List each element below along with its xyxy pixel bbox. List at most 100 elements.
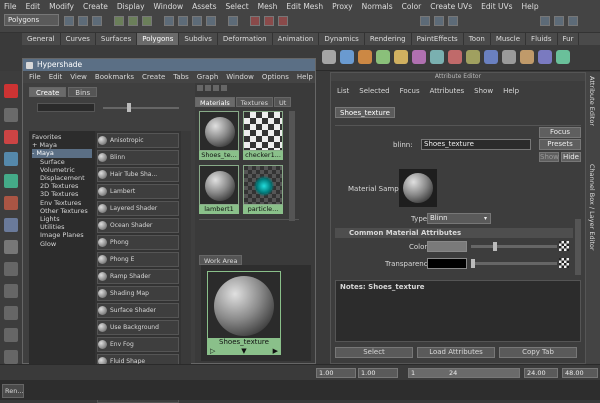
color-slider[interactable] bbox=[471, 245, 557, 248]
node-item[interactable]: Surface Shader bbox=[97, 303, 179, 318]
save-scene-icon[interactable] bbox=[92, 16, 102, 26]
combine-icon[interactable] bbox=[430, 50, 444, 64]
tree-item[interactable]: - Maya bbox=[32, 149, 92, 158]
type-dropdown[interactable]: Blinn ▾ bbox=[427, 213, 491, 224]
node-item[interactable]: Hair Tube Sha... bbox=[97, 167, 179, 182]
snap-plane-icon[interactable] bbox=[206, 16, 216, 26]
ipr-render-icon[interactable] bbox=[264, 16, 274, 26]
attr-menu-focus[interactable]: Focus bbox=[400, 87, 420, 95]
hypershade-menu-bookmarks[interactable]: Bookmarks bbox=[95, 73, 134, 81]
input-arrow-icon[interactable]: ▷ bbox=[210, 347, 215, 355]
tree-item[interactable]: 3D Textures bbox=[32, 190, 92, 198]
tab-textures[interactable]: Textures bbox=[235, 97, 273, 107]
icon-size-slider[interactable] bbox=[103, 107, 179, 109]
tree-item[interactable]: Glow bbox=[32, 240, 92, 248]
node-list-scrollbar[interactable] bbox=[181, 131, 191, 371]
node-item[interactable]: Ramp Shader bbox=[97, 269, 179, 284]
materials-scrollbar[interactable] bbox=[289, 111, 295, 221]
tab-create[interactable]: Create bbox=[29, 87, 67, 97]
swatch-lambert[interactable]: lambert1 bbox=[199, 165, 239, 214]
persp-graph-icon[interactable] bbox=[4, 306, 18, 320]
node-item[interactable]: Blinn bbox=[97, 150, 179, 165]
layout-icon[interactable] bbox=[540, 16, 550, 26]
output-arrow-icon[interactable]: ▶ bbox=[273, 347, 278, 355]
range-start-field[interactable]: 1.00 bbox=[316, 368, 356, 378]
shelf-tab-polygons[interactable]: Polygons bbox=[137, 33, 180, 45]
swatch-checker[interactable]: checker1... bbox=[243, 111, 283, 160]
hide-button[interactable]: Hide bbox=[561, 152, 581, 162]
tree-item[interactable]: Favorites bbox=[32, 133, 92, 141]
snap-grid-icon[interactable] bbox=[164, 16, 174, 26]
tab-utilities[interactable]: Ut bbox=[273, 97, 292, 107]
menu-file[interactable]: File bbox=[4, 2, 17, 11]
hypershade-menu-window[interactable]: Window bbox=[226, 73, 254, 81]
shelf-tab-general[interactable]: General bbox=[22, 33, 61, 45]
menu-window[interactable]: Window bbox=[154, 2, 184, 11]
work-area[interactable]: Shoes_texture ▷ ▼ ▶ bbox=[201, 265, 311, 361]
snap-curve-icon[interactable] bbox=[178, 16, 188, 26]
bevel-icon[interactable] bbox=[538, 50, 552, 64]
menu-proxy[interactable]: Proxy bbox=[332, 2, 353, 11]
range-bar[interactable]: 1 24 bbox=[408, 368, 520, 378]
poly-plane-icon[interactable] bbox=[394, 50, 408, 64]
four-view-icon[interactable] bbox=[4, 284, 18, 298]
outliner-view-icon[interactable] bbox=[4, 328, 18, 342]
tab-materials[interactable]: Materials bbox=[195, 97, 235, 107]
extrude-icon[interactable] bbox=[466, 50, 480, 64]
smooth-icon[interactable] bbox=[556, 50, 570, 64]
hypershade-menu-tabs[interactable]: Tabs bbox=[173, 73, 189, 81]
attr-menu-help[interactable]: Help bbox=[503, 87, 519, 95]
presets-button[interactable]: Presets bbox=[539, 139, 581, 150]
toolbar-icon[interactable] bbox=[197, 85, 203, 91]
work-area-node[interactable]: Shoes_texture ▷ ▼ ▶ bbox=[207, 271, 281, 355]
menu-create[interactable]: Create bbox=[83, 2, 108, 11]
checker-map-icon[interactable] bbox=[559, 258, 569, 268]
hypershade-menu-file[interactable]: File bbox=[29, 73, 41, 81]
channel-toggle-icon[interactable] bbox=[434, 16, 444, 26]
layout-two-icon[interactable] bbox=[554, 16, 564, 26]
range-end-field[interactable]: 48.00 bbox=[562, 368, 598, 378]
attr-menu-attributes[interactable]: Attributes bbox=[430, 87, 465, 95]
focus-button[interactable]: Focus bbox=[539, 127, 581, 138]
tree-item[interactable]: + Maya bbox=[32, 141, 92, 149]
copy-tab-button[interactable]: Copy Tab bbox=[499, 347, 577, 358]
tree-item[interactable]: 2D Textures bbox=[32, 182, 92, 190]
shelf-tab-animation[interactable]: Animation bbox=[273, 33, 320, 45]
last-tool-icon[interactable] bbox=[4, 240, 18, 254]
tree-item[interactable]: Utilities bbox=[32, 223, 92, 231]
poly-cube-icon[interactable] bbox=[340, 50, 354, 64]
manipulator-icon[interactable] bbox=[4, 218, 18, 232]
tab-work-area[interactable]: Work Area bbox=[199, 255, 243, 265]
history-icon[interactable] bbox=[228, 16, 238, 26]
select-object-icon[interactable] bbox=[128, 16, 138, 26]
shelf-tab-subdivs[interactable]: Subdivs bbox=[179, 33, 218, 45]
tree-item[interactable]: Displacement bbox=[32, 174, 92, 182]
poly-sphere-icon[interactable] bbox=[322, 50, 336, 64]
separate-icon[interactable] bbox=[448, 50, 462, 64]
swatch-shoes[interactable]: Shoes_te... bbox=[199, 111, 239, 160]
layout-four-icon[interactable] bbox=[568, 16, 578, 26]
menu-edit[interactable]: Edit bbox=[26, 2, 41, 11]
open-scene-icon[interactable] bbox=[78, 16, 88, 26]
lasso-tool-icon[interactable] bbox=[4, 108, 18, 122]
playback-end-field[interactable]: 24.00 bbox=[524, 368, 558, 378]
rotate-tool-icon[interactable] bbox=[4, 174, 18, 188]
new-scene-icon[interactable] bbox=[64, 16, 74, 26]
tree-item[interactable]: Env Textures bbox=[32, 199, 92, 207]
select-component-icon[interactable] bbox=[142, 16, 152, 26]
node-item[interactable]: Ocean Shader bbox=[97, 218, 179, 233]
node-item[interactable]: Phong bbox=[97, 235, 179, 250]
single-view-icon[interactable] bbox=[4, 262, 18, 276]
menu-edit-mesh[interactable]: Edit Mesh bbox=[286, 2, 323, 11]
mode-select[interactable]: Polygons bbox=[4, 14, 59, 26]
scale-tool-icon[interactable] bbox=[4, 196, 18, 210]
checker-map-icon[interactable] bbox=[559, 241, 569, 251]
snap-point-icon[interactable] bbox=[192, 16, 202, 26]
menu-help[interactable]: Help bbox=[522, 2, 539, 11]
hypershade-view-icon[interactable] bbox=[4, 350, 18, 364]
notes-panel[interactable]: Notes: Shoes_texture bbox=[335, 280, 581, 342]
bridge-icon[interactable] bbox=[484, 50, 498, 64]
shelf-tab-fur[interactable]: Fur bbox=[558, 33, 580, 45]
shelf-tab-curves[interactable]: Curves bbox=[61, 33, 96, 45]
attr-menu-list[interactable]: List bbox=[337, 87, 349, 95]
